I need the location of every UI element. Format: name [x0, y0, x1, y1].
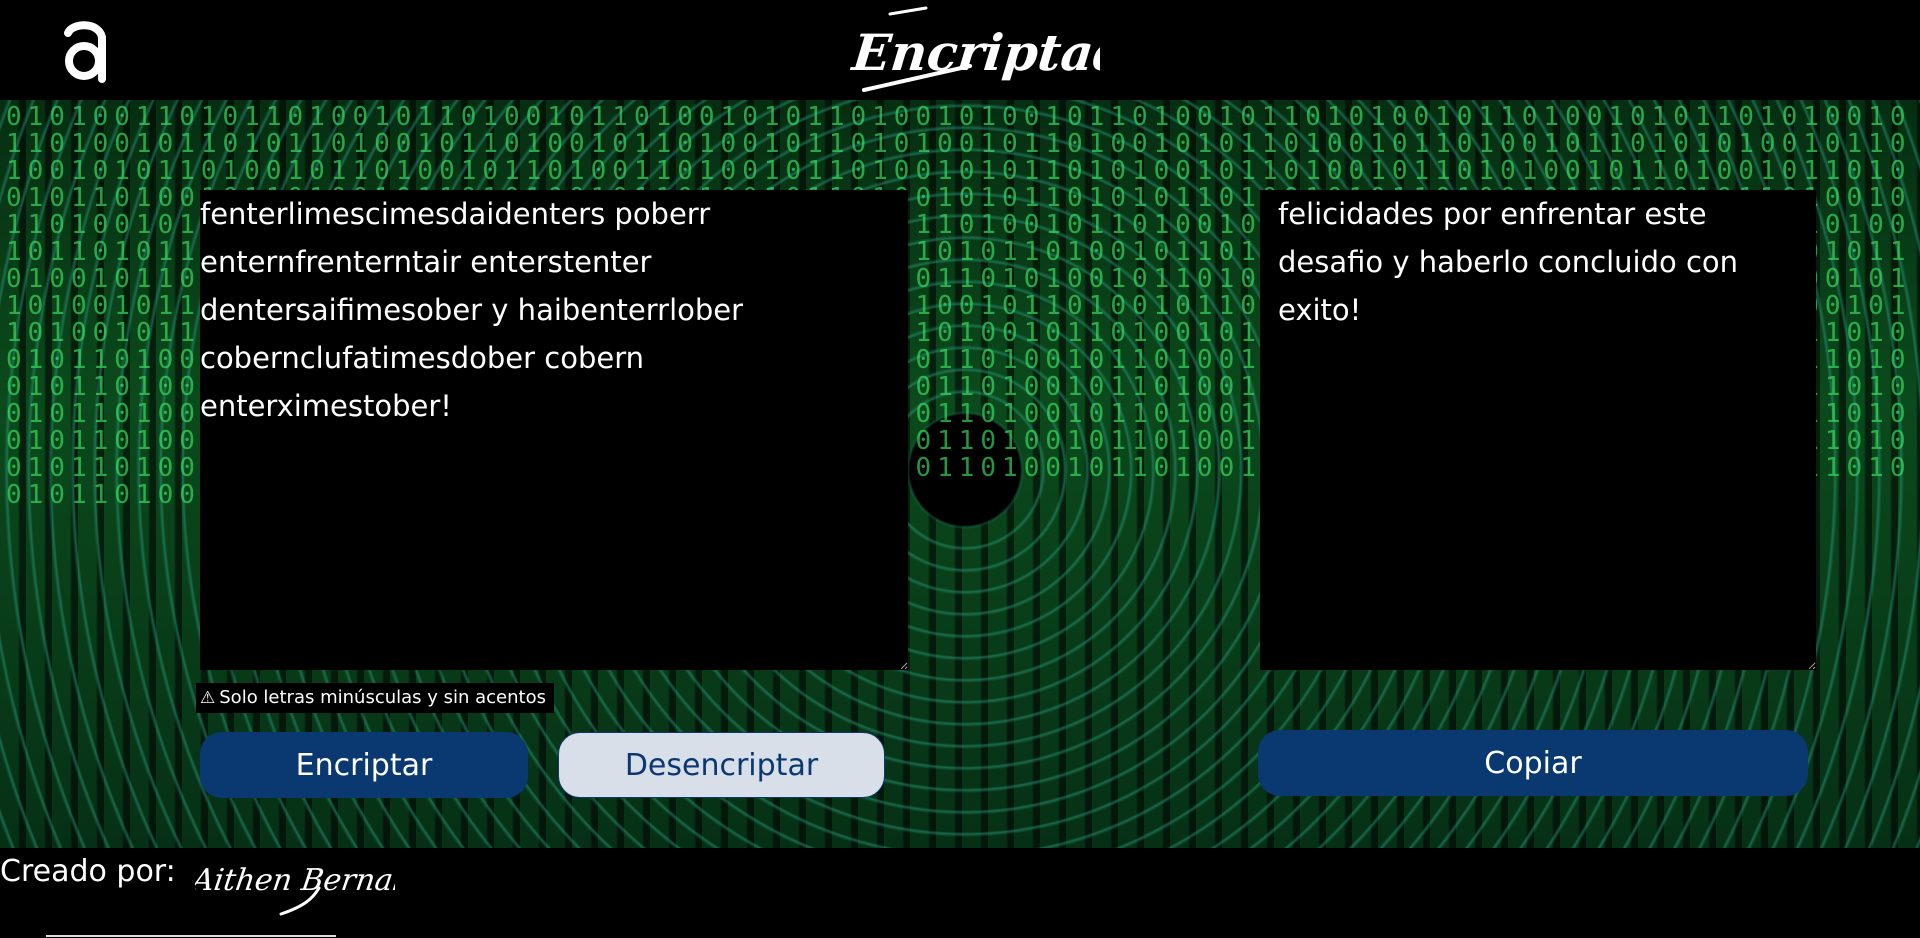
- encrypt-button[interactable]: Encriptar: [200, 732, 528, 798]
- author-signature: Aithen Bernal: [187, 848, 405, 918]
- copy-button[interactable]: Copiar: [1258, 730, 1808, 796]
- alura-logo-icon[interactable]: [58, 10, 112, 90]
- header: Encriptador: [0, 0, 1920, 100]
- decrypt-button[interactable]: Desencriptar: [558, 732, 885, 798]
- app-title: Encriptador: [850, 23, 1100, 82]
- author-signature-text: Aithen Bernal: [195, 863, 395, 898]
- output-textarea[interactable]: felicidades por enfrentar este desafio y…: [1260, 190, 1816, 670]
- warning-text: Solo letras minúsculas y sin acentos: [219, 687, 546, 708]
- app-title-logo: Encriptador: [848, 4, 1195, 100]
- input-textarea[interactable]: fenterlimescimesdaidenters poberr entern…: [200, 190, 908, 670]
- warning-note: ⚠ Solo letras minúsculas y sin acentos: [196, 683, 554, 713]
- footer-divider: [46, 935, 336, 937]
- footer-label: Creado por:: [0, 854, 176, 889]
- warning-triangle-icon: ⚠: [200, 688, 216, 708]
